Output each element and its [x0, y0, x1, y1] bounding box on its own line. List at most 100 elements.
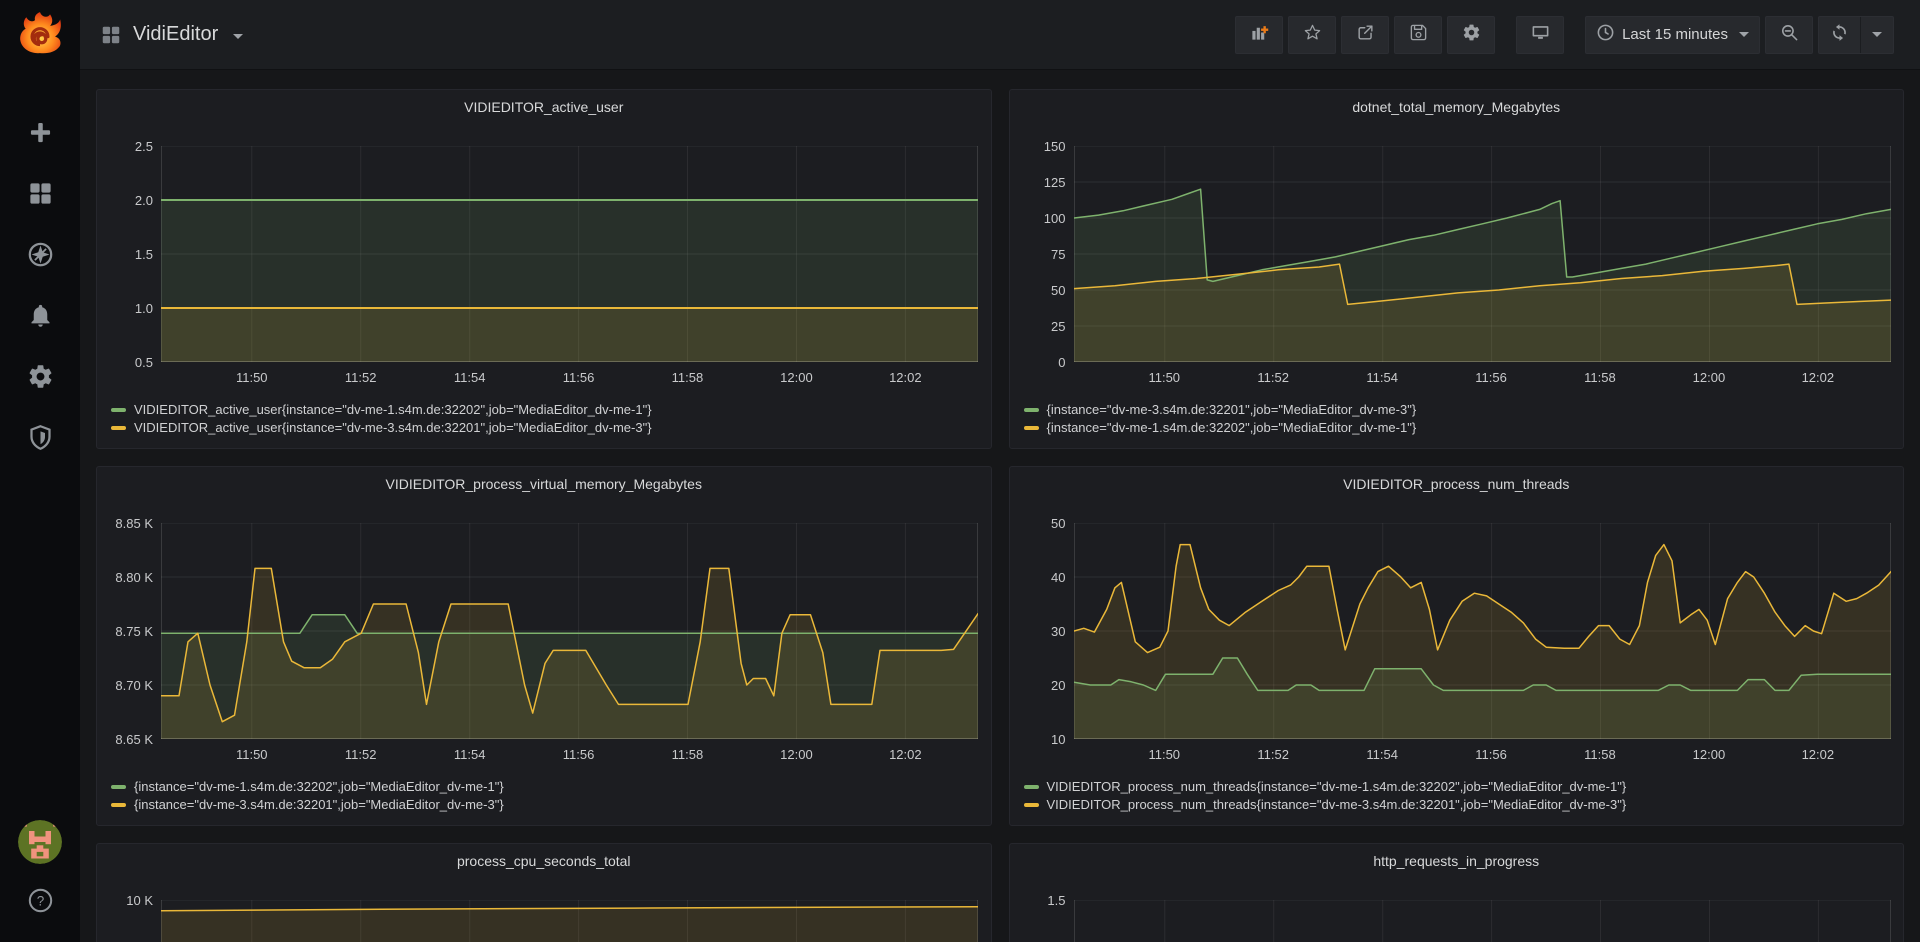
- top-navbar: VidiEditor Last 15 minutes: [80, 0, 1920, 70]
- sidebar-item-profile[interactable]: [18, 820, 62, 864]
- share-dashboard-button[interactable]: [1341, 16, 1389, 54]
- y-axis-tick: 50: [1010, 516, 1066, 531]
- graph-plot-area[interactable]: [1074, 900, 1891, 942]
- y-axis-tick: 10 K: [97, 893, 153, 908]
- x-axis-tick: 12:02: [877, 747, 933, 762]
- dashboard-title: VidiEditor: [133, 23, 218, 46]
- dashboard-settings-button[interactable]: [1447, 16, 1495, 54]
- sidebar-item-configuration[interactable]: [23, 362, 57, 396]
- explore-compass-icon: [27, 241, 54, 273]
- x-axis-tick: 11:50: [224, 747, 280, 762]
- x-axis-tick: 12:02: [877, 370, 933, 385]
- legend-item[interactable]: VIDIEDITOR_active_user{instance="dv-me-3…: [111, 420, 652, 435]
- x-axis-tick: 11:54: [1354, 747, 1410, 762]
- x-axis-tick: 12:00: [768, 370, 824, 385]
- clock-icon: [1596, 23, 1615, 47]
- legend-series-swatch: [111, 426, 126, 430]
- panel-title[interactable]: VIDIEDITOR_process_virtual_memory_Megaby…: [97, 476, 991, 492]
- y-axis-tick: 100: [1010, 211, 1066, 226]
- gear-icon: [1462, 23, 1481, 47]
- sidebar-item-dashboards[interactable]: [23, 179, 57, 213]
- legend-series-label: {instance="dv-me-3.s4m.de:32201",job="Me…: [1047, 402, 1417, 417]
- x-axis-tick: 11:54: [442, 370, 498, 385]
- legend-series-label: {instance="dv-me-3.s4m.de:32201",job="Me…: [134, 797, 504, 812]
- refresh-interval-dropdown[interactable]: [1861, 17, 1893, 53]
- y-axis-tick: 10: [1010, 732, 1066, 747]
- refresh-button[interactable]: [1819, 17, 1860, 53]
- bar-chart-plus-icon: [1250, 23, 1269, 47]
- legend-series-label: VIDIEDITOR_process_num_threads{instance=…: [1047, 779, 1627, 794]
- panel-http-requests-in-progress: http_requests_in_progress1.511:5011:5211…: [1009, 843, 1905, 942]
- x-axis-tick: 11:58: [1572, 370, 1628, 385]
- legend-series-swatch: [111, 803, 126, 807]
- x-axis-tick: 12:02: [1790, 370, 1846, 385]
- x-axis-tick: 11:56: [551, 747, 607, 762]
- panel-title[interactable]: process_cpu_seconds_total: [97, 853, 991, 869]
- panel-title[interactable]: VIDIEDITOR_process_num_threads: [1010, 476, 1904, 492]
- legend: {instance="dv-me-1.s4m.de:32202",job="Me…: [111, 779, 504, 812]
- legend-item[interactable]: {instance="dv-me-1.s4m.de:32202",job="Me…: [1024, 420, 1417, 435]
- x-axis-tick: 11:52: [333, 370, 389, 385]
- y-axis-tick: 50: [1010, 283, 1066, 298]
- panel-title[interactable]: http_requests_in_progress: [1010, 853, 1904, 869]
- sidebar-item-help[interactable]: ?: [23, 886, 57, 920]
- legend-item[interactable]: VIDIEDITOR_process_num_threads{instance=…: [1024, 797, 1627, 812]
- legend: VIDIEDITOR_active_user{instance="dv-me-1…: [111, 402, 652, 435]
- configuration-gear-icon: [27, 363, 54, 395]
- zoom-out-button[interactable]: [1765, 16, 1813, 54]
- legend-series-swatch: [1024, 408, 1039, 412]
- x-axis-tick: 11:56: [1463, 370, 1519, 385]
- graph-plot-area[interactable]: [161, 523, 978, 739]
- add-panel-button[interactable]: [1235, 16, 1283, 54]
- refresh-icon: [1830, 23, 1849, 47]
- legend-item[interactable]: {instance="dv-me-3.s4m.de:32201",job="Me…: [1024, 402, 1417, 417]
- graph-plot-area[interactable]: [161, 900, 978, 942]
- x-axis-tick: 11:58: [659, 747, 715, 762]
- panel-title[interactable]: VIDIEDITOR_active_user: [97, 99, 991, 115]
- legend-item[interactable]: {instance="dv-me-3.s4m.de:32201",job="Me…: [111, 797, 504, 812]
- alerting-bell-icon: [27, 302, 54, 334]
- legend-item[interactable]: VIDIEDITOR_active_user{instance="dv-me-1…: [111, 402, 652, 417]
- y-axis-tick: 2.0: [97, 193, 153, 208]
- cycle-view-mode-button[interactable]: [1516, 16, 1564, 54]
- y-axis-tick: 1.5: [1010, 893, 1066, 908]
- legend-item[interactable]: VIDIEDITOR_process_num_threads{instance=…: [1024, 779, 1627, 794]
- legend-series-label: VIDIEDITOR_process_num_threads{instance=…: [1047, 797, 1627, 812]
- x-axis-tick: 12:00: [1681, 747, 1737, 762]
- x-axis-tick: 12:00: [1681, 370, 1737, 385]
- y-axis-tick: 25: [1010, 319, 1066, 334]
- sidebar-item-server-admin[interactable]: [23, 423, 57, 457]
- caret-down-icon: [1739, 32, 1749, 37]
- plus-icon: [27, 119, 54, 151]
- y-axis-tick: 40: [1010, 570, 1066, 585]
- caret-down-icon: [233, 34, 243, 39]
- panel-title[interactable]: dotnet_total_memory_Megabytes: [1010, 99, 1904, 115]
- time-range-picker[interactable]: Last 15 minutes: [1585, 16, 1760, 54]
- legend: {instance="dv-me-3.s4m.de:32201",job="Me…: [1024, 402, 1417, 435]
- x-axis-tick: 12:00: [768, 747, 824, 762]
- dashboards-icon: [27, 180, 54, 212]
- y-axis-tick: 150: [1010, 139, 1066, 154]
- grafana-logo[interactable]: [0, 0, 80, 70]
- sidebar-item-explore[interactable]: [23, 240, 57, 274]
- dashboard-title-button[interactable]: VidiEditor: [80, 23, 243, 46]
- y-axis-tick: 0: [1010, 355, 1066, 370]
- sidebar: ?: [0, 0, 80, 942]
- mark-favorite-button[interactable]: [1288, 16, 1336, 54]
- x-axis-tick: 11:52: [1245, 370, 1301, 385]
- graph-plot-area[interactable]: [1074, 523, 1891, 739]
- panel-process-virtual-memory: VIDIEDITOR_process_virtual_memory_Megaby…: [96, 466, 992, 826]
- save-dashboard-button[interactable]: [1394, 16, 1442, 54]
- y-axis-tick: 8.85 K: [97, 516, 153, 531]
- legend-series-swatch: [1024, 426, 1039, 430]
- x-axis-tick: 11:50: [1136, 370, 1192, 385]
- sidebar-item-create[interactable]: [23, 118, 57, 152]
- y-axis-tick: 30: [1010, 624, 1066, 639]
- sidebar-item-alerting[interactable]: [23, 301, 57, 335]
- graph-plot-area[interactable]: [161, 146, 978, 362]
- graph-plot-area[interactable]: [1074, 146, 1891, 362]
- legend-item[interactable]: {instance="dv-me-1.s4m.de:32202",job="Me…: [111, 779, 504, 794]
- y-axis-tick: 75: [1010, 247, 1066, 262]
- dashboard-squares-icon: [100, 24, 122, 46]
- dashboard-grid: VIDIEDITOR_active_user2.52.01.51.00.511:…: [80, 70, 1920, 942]
